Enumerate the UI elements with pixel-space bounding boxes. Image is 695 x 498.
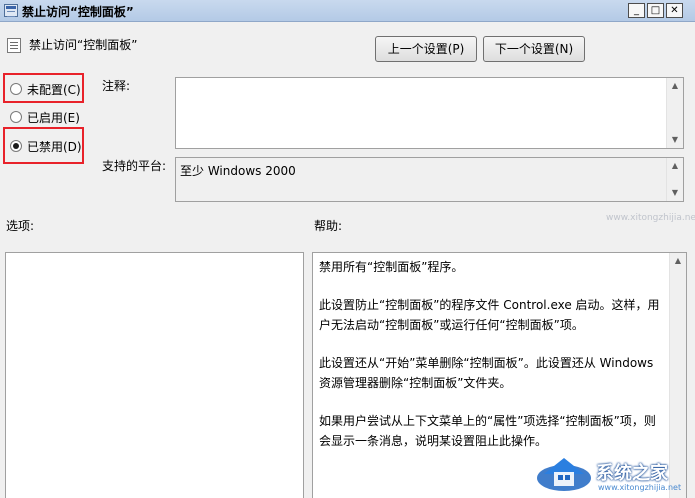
radio-circle-selected[interactable]	[10, 140, 22, 152]
radio-not-configured-label: 未配置(C)	[27, 82, 81, 97]
platform-textbox: 至少 Windows 2000 ▲ ▼	[175, 157, 684, 202]
scroll-down-icon[interactable]: ▼	[667, 185, 683, 201]
close-button[interactable]: ✕	[666, 3, 683, 18]
next-setting-button[interactable]: 下一个设置(N)	[483, 36, 585, 62]
radio-enabled[interactable]: 已启用(E)	[10, 108, 80, 126]
scroll-up-icon[interactable]: ▲	[670, 253, 686, 269]
watermark-logo: 系统之家 www.xitongzhijia.net	[536, 450, 691, 494]
watermark-logo-icon	[537, 458, 591, 491]
radio-circle[interactable]	[10, 83, 22, 95]
watermark-url-top: www.xitongzhijia.net	[606, 213, 695, 223]
radio-disabled[interactable]: 已禁用(D)	[10, 137, 82, 155]
help-paragraph-2: 此设置防止“控制面板”的程序文件 Control.exe 启动。这样，用户无法启…	[319, 298, 660, 332]
help-paragraph-4: 如果用户尝试从上下文菜单上的“属性”项选择“控制面板”项，则会显示一条消息，说明…	[319, 414, 656, 448]
radio-not-configured[interactable]: 未配置(C)	[10, 80, 81, 98]
platform-scrollbar[interactable]: ▲ ▼	[666, 158, 683, 201]
window-title: 禁止访问“控制面板”	[22, 5, 134, 19]
watermark-url-bottom: www.xitongzhijia.net	[598, 483, 682, 492]
minimize-button[interactable]: _	[628, 3, 645, 18]
radio-disabled-label: 已禁用(D)	[27, 139, 82, 154]
title-bar: 禁止访问“控制面板” _ □ ✕	[0, 0, 695, 22]
options-panel	[5, 252, 304, 498]
watermark-brand-text: 系统之家	[596, 463, 668, 484]
platform-value: 至少 Windows 2000	[180, 164, 296, 178]
comment-textbox[interactable]: ▲ ▼	[175, 77, 684, 149]
window-app-icon	[4, 4, 18, 17]
scroll-up-icon[interactable]: ▲	[667, 78, 683, 94]
previous-setting-button[interactable]: 上一个设置(P)	[375, 36, 477, 62]
platform-label: 支持的平台:	[102, 159, 167, 173]
help-section-label: 帮助:	[314, 219, 343, 233]
help-paragraph-1: 禁用所有“控制面板”程序。	[319, 260, 464, 274]
help-text: 禁用所有“控制面板”程序。 此设置防止“控制面板”的程序文件 Control.e…	[319, 257, 662, 469]
help-paragraph-3: 此设置还从“开始”菜单删除“控制面板”。此设置还从 Windows 资源管理器删…	[319, 356, 654, 390]
comment-label: 注释:	[102, 79, 131, 93]
policy-setting-icon	[7, 38, 21, 53]
scroll-up-icon[interactable]: ▲	[667, 158, 683, 174]
policy-name: 禁止访问“控制面板”	[29, 38, 138, 52]
options-section-label: 选项:	[6, 219, 35, 233]
radio-enabled-label: 已启用(E)	[27, 110, 80, 125]
comment-scrollbar[interactable]: ▲ ▼	[666, 78, 683, 148]
maximize-button[interactable]: □	[647, 3, 664, 18]
scroll-down-icon[interactable]: ▼	[667, 132, 683, 148]
radio-circle[interactable]	[10, 111, 22, 123]
